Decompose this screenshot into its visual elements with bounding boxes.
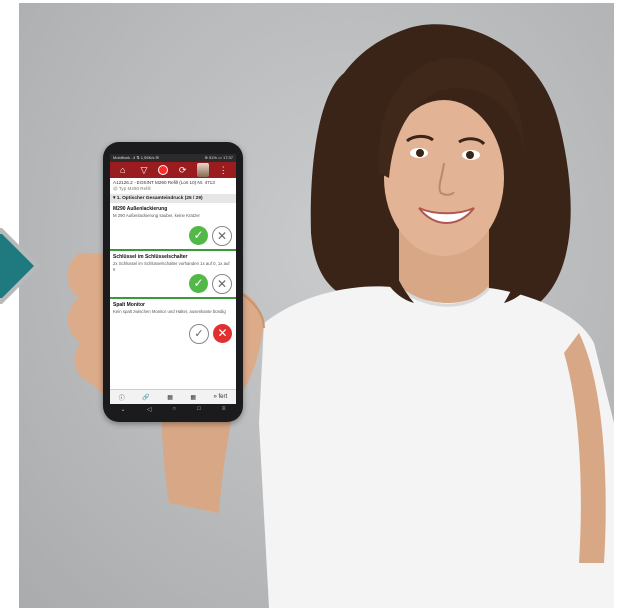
barcode-icon[interactable]: ▦ (167, 394, 173, 401)
recents-icon[interactable]: □ (197, 406, 201, 412)
app-toolbar: ⌂ ▽ ⟳ ⋮ (110, 162, 236, 178)
order-type: @ Typ M290 Refill (113, 186, 151, 191)
info-icon[interactable]: ⓘ (119, 393, 125, 402)
approve-button[interactable]: ✓ (189, 324, 209, 344)
checklist-group-header[interactable]: ▾ 1. Optischer Gesamteindruck (25 / 29) (110, 194, 236, 203)
status-right: ⊕ 51% ▭ 17:37 (204, 155, 233, 160)
attachment-icon[interactable]: 🔗 (142, 394, 149, 401)
home-icon[interactable]: ⌂ (116, 162, 130, 178)
reject-button[interactable]: ✕ (212, 226, 232, 246)
item-description: 2x Schlüssel im Schlüsselschalter vorhan… (113, 261, 230, 272)
bottom-toolbar: ⓘ 🔗 ▦ ▦ » fert (110, 389, 236, 404)
back-icon[interactable]: ◁ (147, 406, 152, 413)
photo: Mobilfunk ..il ⇅ 1,59K/s ✉ ⊕ 51% ▭ 17:37… (19, 3, 614, 608)
reject-button[interactable]: ✕ (212, 274, 232, 294)
item-title: Schlüssel im Schlüsselschalter (113, 254, 188, 260)
android-nav-bar: ⌄ ◁ ○ □ ≡ (110, 404, 236, 414)
filter-icon[interactable]: ▽ (137, 162, 151, 178)
status-left: Mobilfunk ..il ⇅ 1,59K/s ✉ (113, 155, 159, 160)
avatar[interactable] (196, 163, 209, 177)
approve-button[interactable]: ✓ (189, 226, 208, 245)
sync-icon[interactable]: ⟳ (176, 162, 190, 178)
item-title: Spalt Monitor (113, 302, 145, 308)
chevron-down-icon[interactable]: ⌄ (121, 406, 126, 413)
checklist-item: M290 Außenlackierung M 290 Außenlackieru… (110, 203, 236, 251)
order-info: A12126.2 - EOSINT M290 Refill (Los 10) N… (110, 178, 236, 193)
arrow-right-icon (0, 228, 40, 304)
phone-status-bar: Mobilfunk ..il ⇅ 1,59K/s ✉ ⊕ 51% ▭ 17:37 (110, 154, 236, 162)
record-icon[interactable] (158, 165, 169, 175)
menu-icon[interactable]: ≡ (222, 406, 226, 412)
barcode-add-icon[interactable]: ▦ (190, 394, 196, 401)
item-description: Kein spalt zwischen Monitor und Halter, … (113, 309, 226, 314)
reject-button[interactable]: ✕ (213, 324, 232, 343)
checklist-item: Spalt Monitor Kein spalt zwischen Monito… (110, 299, 236, 347)
checklist-item: Schlüssel im Schlüsselschalter 2x Schlüs… (110, 251, 236, 299)
phone-screen: Mobilfunk ..il ⇅ 1,59K/s ✉ ⊕ 51% ▭ 17:37… (110, 154, 236, 404)
more-icon[interactable]: ⋮ (216, 162, 230, 178)
approve-button[interactable]: ✓ (189, 274, 208, 293)
item-title: M290 Außenlackierung (113, 206, 168, 212)
smartphone: Mobilfunk ..il ⇅ 1,59K/s ✉ ⊕ 51% ▭ 17:37… (103, 142, 243, 422)
item-description: M 290 Außenlackierung sauber, keine Krat… (113, 213, 200, 218)
home-circle-icon[interactable]: ○ (172, 406, 176, 412)
finish-button[interactable]: » fert (214, 394, 228, 400)
